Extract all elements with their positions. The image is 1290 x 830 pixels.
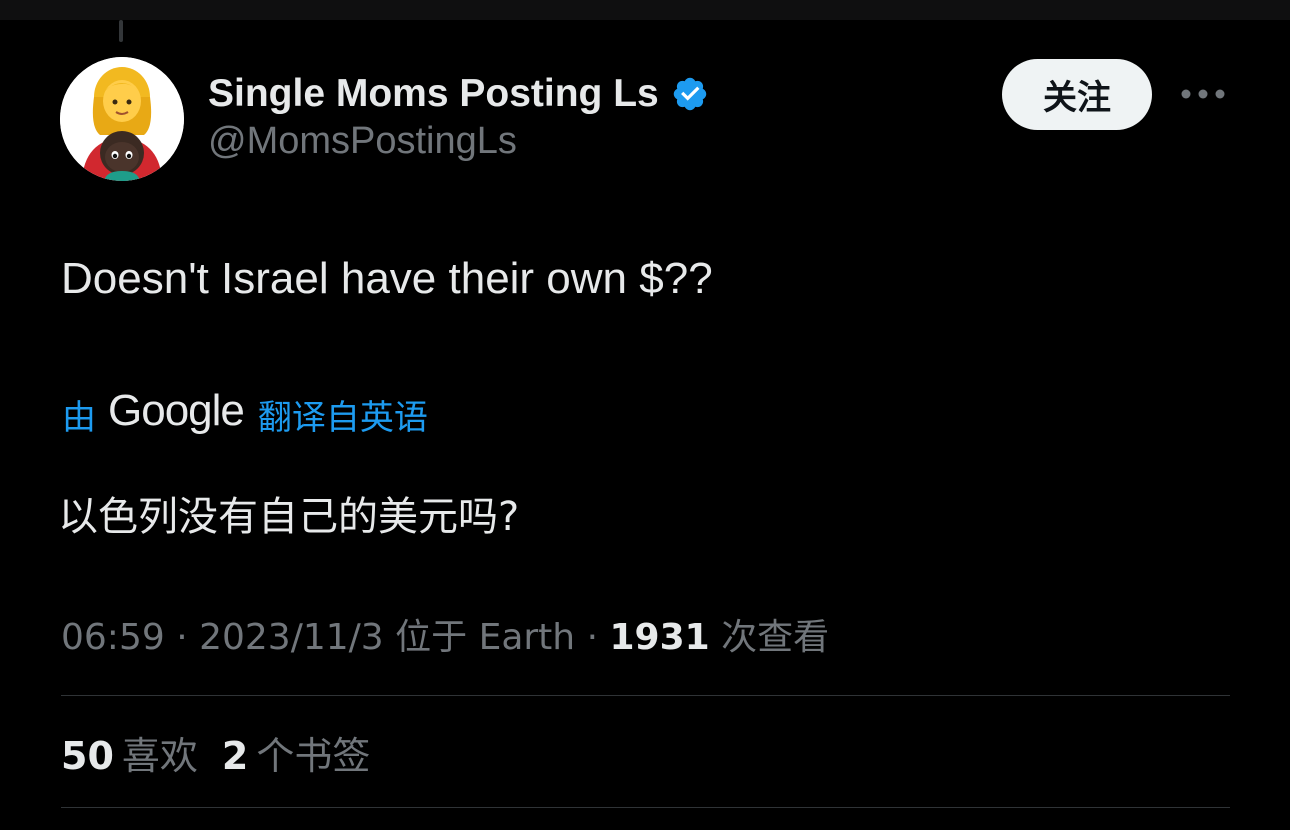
thread-connector-line: [119, 20, 123, 42]
divider: [61, 807, 1230, 808]
tweet-location: 位于 Earth: [383, 617, 576, 658]
follow-button[interactable]: 关注: [1002, 59, 1152, 130]
verified-badge-icon: [671, 75, 709, 113]
translation-attribution: 由 Google 翻译自英语: [62, 386, 428, 442]
avatar-mom-baby-icon: [60, 57, 184, 181]
avatar[interactable]: [60, 57, 184, 181]
likes-count: 50: [61, 734, 114, 778]
engagement-stats: 50 喜欢 2 个书签: [61, 725, 370, 780]
bookmarks-stat[interactable]: 2 个书签: [222, 725, 370, 780]
tweet-text: Doesn't Israel have their own $??: [61, 254, 713, 303]
author-display-name[interactable]: Single Moms Posting Ls: [208, 72, 659, 116]
translated-from-link[interactable]: 翻译自英语: [258, 390, 428, 439]
author-name-row: Single Moms Posting Ls: [208, 68, 709, 120]
meta-separator: ·: [575, 617, 610, 658]
more-horizontal-icon: [1181, 89, 1225, 99]
tweet-time[interactable]: 06:59: [61, 617, 165, 658]
tweet-meta: 06:59 · 2023/11/3 位于 Earth · 1931 次查看: [61, 608, 829, 660]
top-bar: [0, 0, 1290, 20]
bookmarks-count: 2: [221, 734, 249, 778]
likes-stat[interactable]: 50 喜欢: [61, 725, 198, 780]
bookmarks-label: 个书签: [256, 734, 371, 778]
translated-tweet-text: 以色列没有自己的美元吗?: [58, 494, 520, 540]
views-count: 1931: [609, 617, 710, 658]
views-label: 次查看: [709, 617, 830, 658]
google-logo: Google: [108, 386, 245, 435]
more-options-button[interactable]: [1176, 78, 1230, 110]
likes-label: 喜欢: [121, 734, 198, 778]
tweet-date[interactable]: 2023/11/3: [199, 617, 384, 658]
author-handle[interactable]: @MomsPostingLs: [208, 120, 517, 163]
divider: [61, 695, 1230, 696]
meta-separator: ·: [164, 617, 200, 658]
translated-by-label: 由: [62, 397, 96, 438]
